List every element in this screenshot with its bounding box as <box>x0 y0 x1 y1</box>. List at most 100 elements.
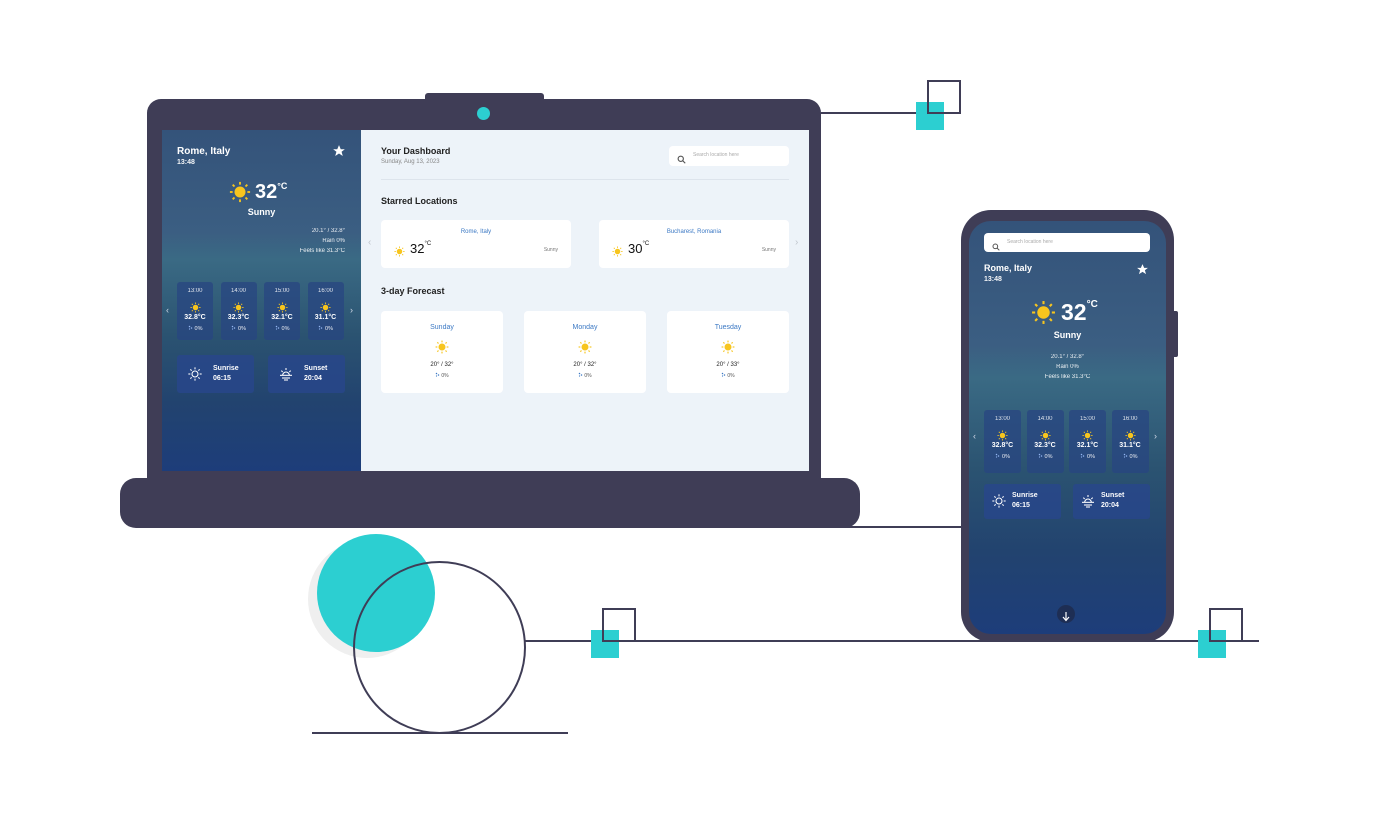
hour-temp: 32.8°C <box>184 314 206 321</box>
sun-icon <box>394 244 405 257</box>
forecast-day: Sunday <box>430 324 454 331</box>
forecast-day: Monday <box>572 324 598 331</box>
raindrops-icon <box>318 325 323 332</box>
hour-temp: 32.1°C <box>1076 442 1099 449</box>
temp-value: 32 <box>255 181 278 203</box>
local-time: 13:48 <box>984 276 1002 283</box>
laptop-screen: Rome, Italy 13:48 32°C Sunny 20.1° / 32.… <box>162 130 809 471</box>
hour-time: 14:00 <box>230 288 246 294</box>
hour-rain-value: 0% <box>1129 454 1138 460</box>
forecast-day-card[interactable]: Sunday 20° / 32° 0% <box>381 311 503 393</box>
rain-chance: Rain 0% <box>322 238 345 244</box>
sunrise-icon <box>187 366 203 382</box>
starred-condition: Sunny <box>543 247 558 253</box>
starred-condition: Sunny <box>761 247 776 253</box>
weather-panel: Search location here Rome, Italy 13:48 3… <box>969 221 1166 634</box>
starred-title: Starred Locations <box>381 196 458 206</box>
hour-rain: 0% <box>264 325 300 332</box>
hourly-card: 15:00 32.1°C 0% <box>1069 410 1106 473</box>
sun-icon <box>1082 428 1093 441</box>
raindrops-icon <box>1038 453 1043 460</box>
local-time: 13:48 <box>177 159 195 166</box>
sunset-icon <box>1080 493 1096 509</box>
sunset-icon <box>278 366 294 382</box>
sunset-time: 20:04 <box>304 375 322 382</box>
sun-icon <box>435 340 449 354</box>
hour-temp: 31.1°C <box>314 314 337 321</box>
forecast-rain-value: 0% <box>584 373 592 379</box>
arrow-down-icon <box>1062 609 1070 622</box>
hour-temp: 31.1°C <box>1119 442 1141 449</box>
forecast-range: 20° / 32° <box>430 362 454 368</box>
hour-temp: 32.3°C <box>1034 442 1056 449</box>
forecast-rain-value: 0% <box>441 373 449 379</box>
search-icon <box>992 238 1000 251</box>
chevron-right-icon[interactable]: › <box>795 237 798 248</box>
sun-icon <box>189 300 201 313</box>
hourly-card: 16:00 31.1°C 0% <box>307 282 344 340</box>
forecast-rain: 0% <box>381 372 503 379</box>
deco-square-outline <box>927 80 961 114</box>
starred-city: Rome, Italy <box>460 229 492 235</box>
hourly-card: 16:00 31.1°C 0% <box>1111 410 1149 473</box>
deco-line-ground <box>312 732 568 734</box>
temp-range: 20.1° / 32.8° <box>311 228 345 234</box>
sun-icon <box>229 181 251 203</box>
divider <box>381 179 789 180</box>
hour-rain: 0% <box>1027 453 1064 460</box>
hour-rain-value: 0% <box>194 326 203 332</box>
sunset-card: Sunset 20:04 <box>1073 484 1150 519</box>
raindrops-icon <box>721 372 726 379</box>
condition-text: Sunny <box>247 207 276 217</box>
starred-location-card[interactable]: Rome, Italy 32°C Sunny <box>381 220 571 268</box>
hour-rain: 0% <box>221 325 257 332</box>
phone-side-button <box>1172 311 1178 357</box>
search-input[interactable]: Search location here <box>984 233 1150 252</box>
deco-square-outline <box>602 608 636 642</box>
star-icon[interactable] <box>332 144 346 158</box>
chevron-left-icon[interactable]: ‹ <box>166 305 169 315</box>
forecast-title: 3-day Forecast <box>381 286 445 296</box>
search-placeholder: Search location here <box>693 152 739 158</box>
forecast-range: 20° / 33° <box>716 362 740 368</box>
forecast-day-card[interactable]: Monday 20° / 32° 0% <box>524 311 646 393</box>
chevron-right-icon[interactable]: › <box>350 305 353 315</box>
dashboard: Your Dashboard Sunday, Aug 13, 2023 Sear… <box>361 130 809 471</box>
hour-time: 16:00 <box>317 288 333 294</box>
hour-rain: 0% <box>984 453 1021 460</box>
sunrise-card: Sunrise 06:15 <box>984 484 1061 519</box>
search-input[interactable]: Search location here <box>669 146 789 166</box>
forecast-day-card[interactable]: Tuesday 20° / 33° 0% <box>667 311 789 393</box>
sun-icon <box>1031 300 1056 325</box>
raindrops-icon <box>435 372 440 379</box>
sun-icon <box>1039 428 1051 441</box>
hour-rain-value: 0% <box>1044 454 1053 460</box>
feels-like: Feels like 31.3°C <box>1044 374 1091 380</box>
forecast-range: 20° / 32° <box>573 362 597 368</box>
location-name: Rome, Italy <box>984 263 1033 273</box>
scroll-down-button[interactable] <box>1057 605 1075 623</box>
raindrops-icon <box>1123 453 1128 460</box>
sunrise-time: 06:15 <box>213 375 231 382</box>
hourly-card: 13:00 32.8°C 0% <box>984 410 1021 473</box>
starred-temp: 32°C <box>410 241 431 256</box>
chevron-left-icon[interactable]: ‹ <box>368 237 371 248</box>
temp-value: 32 <box>410 241 425 256</box>
sunset-time: 20:04 <box>1101 502 1119 509</box>
starred-location-card[interactable]: Bucharest, Romania 30°C Sunny <box>599 220 789 268</box>
starred-city: Bucharest, Romania <box>666 229 722 235</box>
raindrops-icon <box>188 325 193 332</box>
weather-panel: Rome, Italy 13:48 32°C Sunny 20.1° / 32.… <box>162 130 361 471</box>
current-temperature: 32°C <box>1061 299 1098 326</box>
forecast-rain: 0% <box>524 372 646 379</box>
temp-unit: °C <box>642 241 650 247</box>
chevron-left-icon[interactable]: ‹ <box>973 431 976 441</box>
search-placeholder: Search location here <box>1007 239 1053 245</box>
hourly-card: 13:00 32.8°C 0% <box>177 282 213 340</box>
sun-icon <box>721 340 735 354</box>
dashboard-date: Sunday, Aug 13, 2023 <box>381 159 440 165</box>
sun-icon <box>1124 428 1136 441</box>
chevron-right-icon[interactable]: › <box>1154 431 1157 441</box>
raindrops-icon <box>1080 453 1085 460</box>
star-icon[interactable] <box>1136 263 1149 276</box>
